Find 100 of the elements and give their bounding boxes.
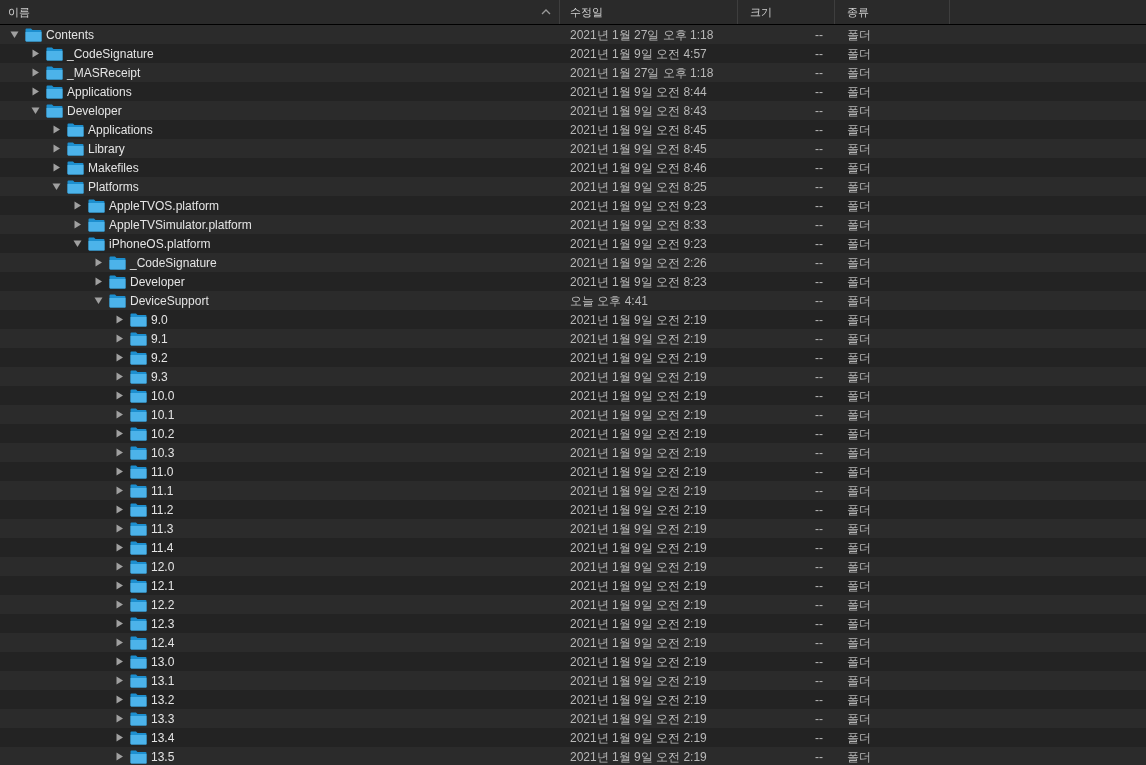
modified-date: 2021년 1월 9일 오전 8:45 [570, 141, 707, 156]
file-name[interactable]: 13.1 [151, 671, 175, 690]
file-size: -- [815, 331, 823, 346]
disclosure-triangle-icon[interactable] [52, 163, 61, 172]
disclosure-triangle-icon[interactable] [115, 334, 124, 343]
file-name[interactable]: 11.1 [151, 481, 174, 500]
file-size: -- [815, 255, 823, 270]
file-name[interactable]: iPhoneOS.platform [109, 234, 211, 253]
modified-date: 2021년 1월 9일 오전 8:45 [570, 122, 707, 137]
file-name[interactable]: AppleTVSimulator.platform [109, 215, 252, 234]
modified-date: 2021년 1월 9일 오전 2:19 [570, 445, 707, 460]
disclosure-triangle-icon[interactable] [115, 524, 124, 533]
file-kind: 폴더 [847, 179, 871, 194]
disclosure-triangle-icon[interactable] [94, 296, 103, 305]
column-header[interactable]: 수정일 [570, 3, 603, 21]
file-name[interactable]: Makefiles [88, 158, 139, 177]
file-name[interactable]: 12.3 [151, 614, 175, 633]
disclosure-triangle-icon[interactable] [115, 543, 124, 552]
file-name[interactable]: 12.4 [151, 633, 175, 652]
file-name[interactable]: 10.2 [151, 424, 175, 443]
disclosure-triangle-icon[interactable] [52, 144, 61, 153]
modified-date: 2021년 1월 9일 오전 2:19 [570, 616, 707, 631]
file-name[interactable]: Developer [67, 101, 122, 120]
file-name[interactable]: 11.4 [151, 538, 174, 557]
disclosure-triangle-icon[interactable] [115, 505, 124, 514]
disclosure-triangle-icon[interactable] [52, 125, 61, 134]
file-kind: 폴더 [847, 350, 871, 365]
disclosure-triangle-icon[interactable] [115, 619, 124, 628]
disclosure-triangle-icon[interactable] [115, 467, 124, 476]
disclosure-triangle-icon[interactable] [115, 695, 124, 704]
disclosure-triangle-icon[interactable] [115, 714, 124, 723]
file-name[interactable]: Contents [46, 25, 95, 44]
file-kind: 폴더 [847, 654, 871, 669]
disclosure-triangle-icon[interactable] [31, 87, 40, 96]
disclosure-triangle-icon[interactable] [94, 258, 103, 267]
disclosure-triangle-icon[interactable] [115, 353, 124, 362]
file-name[interactable]: 9.3 [151, 367, 168, 386]
file-name[interactable]: 9.0 [151, 310, 168, 329]
file-name[interactable]: 9.1 [151, 329, 168, 348]
file-name[interactable]: Applications [88, 120, 153, 139]
disclosure-triangle-icon[interactable] [115, 372, 124, 381]
file-name[interactable]: 12.1 [151, 576, 175, 595]
disclosure-triangle-icon[interactable] [73, 239, 82, 248]
disclosure-triangle-icon[interactable] [94, 277, 103, 286]
disclosure-triangle-icon[interactable] [31, 106, 40, 115]
file-name[interactable]: Platforms [88, 177, 139, 196]
disclosure-triangle-icon[interactable] [115, 657, 124, 666]
sort-chevron-icon[interactable] [541, 9, 551, 15]
disclosure-triangle-icon[interactable] [115, 562, 124, 571]
disclosure-triangle-icon[interactable] [115, 391, 124, 400]
modified-date: 2021년 1월 27일 오후 1:18 [570, 27, 714, 42]
file-name[interactable]: Developer [130, 272, 185, 291]
disclosure-triangle-icon[interactable] [115, 486, 124, 495]
file-size: -- [815, 616, 823, 631]
folder-icon [130, 540, 147, 555]
disclosure-triangle-icon[interactable] [115, 676, 124, 685]
file-name[interactable]: _CodeSignature [67, 44, 154, 63]
disclosure-triangle-icon[interactable] [31, 68, 40, 77]
file-kind: 폴더 [847, 293, 871, 308]
disclosure-triangle-icon[interactable] [52, 182, 61, 191]
file-name[interactable]: DeviceSupport [130, 291, 209, 310]
file-name[interactable]: 9.2 [151, 348, 168, 367]
disclosure-triangle-icon[interactable] [115, 638, 124, 647]
file-name[interactable]: 12.0 [151, 557, 175, 576]
disclosure-triangle-icon[interactable] [115, 315, 124, 324]
disclosure-triangle-icon[interactable] [73, 201, 82, 210]
folder-icon [130, 749, 147, 764]
disclosure-triangle-icon[interactable] [115, 429, 124, 438]
file-name[interactable]: Applications [67, 82, 132, 101]
disclosure-triangle-icon[interactable] [115, 733, 124, 742]
file-name[interactable]: 12.2 [151, 595, 175, 614]
disclosure-triangle-icon[interactable] [115, 600, 124, 609]
disclosure-triangle-icon[interactable] [115, 448, 124, 457]
disclosure-triangle-icon[interactable] [115, 410, 124, 419]
disclosure-triangle-icon[interactable] [31, 49, 40, 58]
file-name[interactable]: Library [88, 139, 125, 158]
modified-date: 2021년 1월 27일 오후 1:18 [570, 65, 714, 80]
file-name[interactable]: 10.0 [151, 386, 175, 405]
file-kind: 폴더 [847, 616, 871, 631]
file-name[interactable]: _MASReceipt [67, 63, 141, 82]
disclosure-triangle-icon[interactable] [10, 30, 19, 39]
file-name[interactable]: 13.5 [151, 747, 175, 765]
file-name[interactable]: 13.4 [151, 728, 175, 747]
disclosure-triangle-icon[interactable] [115, 581, 124, 590]
file-name[interactable]: 13.0 [151, 652, 175, 671]
disclosure-triangle-icon[interactable] [115, 752, 124, 761]
file-name[interactable]: 10.3 [151, 443, 175, 462]
file-name[interactable]: 13.3 [151, 709, 175, 728]
file-name[interactable]: 11.0 [151, 462, 174, 481]
column-header[interactable]: 이름 [8, 3, 30, 21]
file-name[interactable]: 10.1 [151, 405, 175, 424]
file-size: -- [815, 445, 823, 460]
file-name[interactable]: 13.2 [151, 690, 175, 709]
file-name[interactable]: 11.3 [151, 519, 174, 538]
disclosure-triangle-icon[interactable] [73, 220, 82, 229]
file-name[interactable]: 11.2 [151, 500, 174, 519]
column-header[interactable]: 크기 [750, 3, 772, 21]
file-name[interactable]: _CodeSignature [130, 253, 217, 272]
column-header[interactable]: 종류 [847, 3, 869, 21]
file-name[interactable]: AppleTVOS.platform [109, 196, 220, 215]
